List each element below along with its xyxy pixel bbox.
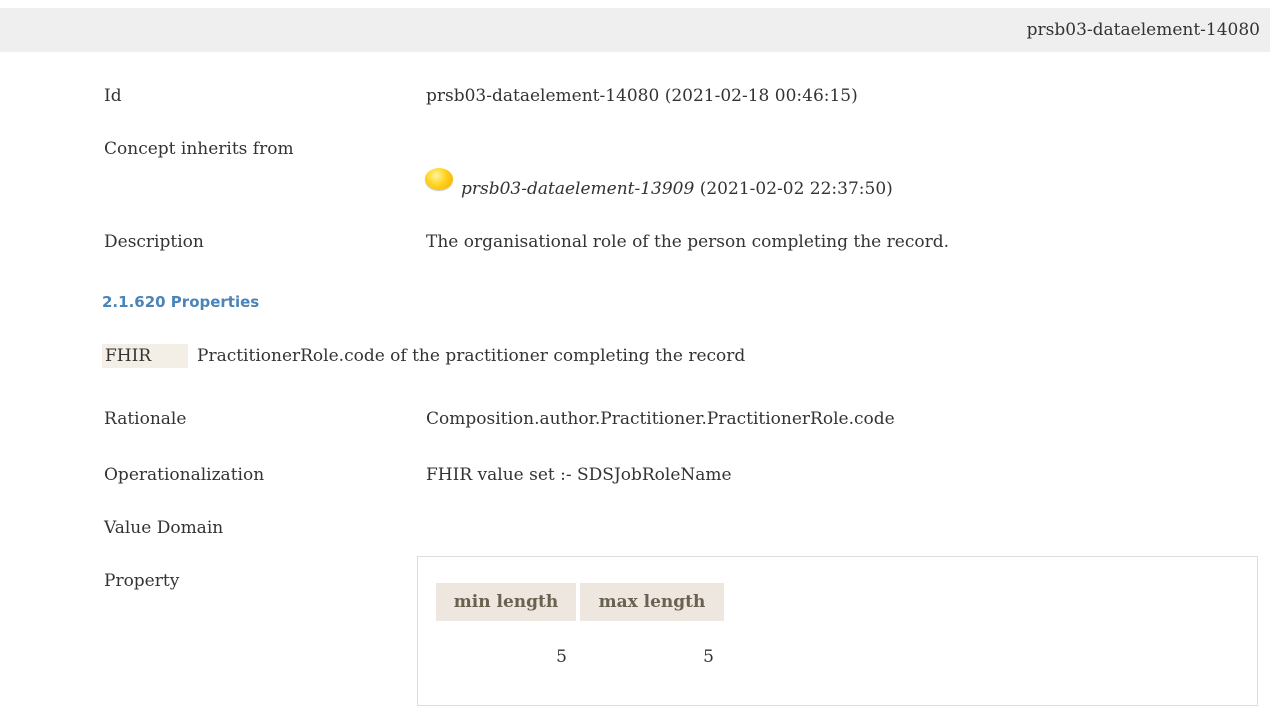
fhir-badge: FHIR [102,344,188,368]
rationale-value: Composition.author.Practitioner.Practiti… [426,409,895,429]
id-label: Id [104,86,122,106]
property-label: Property [104,571,180,591]
table-header-min-length: min length [436,583,576,621]
description-label: Description [104,232,204,252]
fhir-description: PractitionerRole.code of the practitione… [197,346,746,366]
inherits-link[interactable]: prsb03-dataelement-13909 [461,179,694,199]
header-element-id: prsb03-dataelement-14080 [1026,20,1260,40]
table-cell-max-length: 5 [703,647,714,667]
inherits-value: prsb03-dataelement-13909 (2021-02-02 22:… [461,179,893,199]
value-domain-label: Value Domain [104,518,224,538]
table-header-max-length: max length [580,583,724,621]
description-value: The organisational role of the person co… [426,232,949,252]
header-bar: prsb03-dataelement-14080 [0,8,1270,52]
property-table-box: min length max length 5 5 [417,556,1258,706]
id-value: prsb03-dataelement-14080 (2021-02-18 00:… [426,86,858,106]
inherits-label: Concept inherits from [104,139,294,159]
fhir-badge-label: FHIR [105,346,152,366]
operationalization-label: Operationalization [104,465,265,485]
rationale-label: Rationale [104,409,187,429]
yellow-status-dot-icon [425,168,453,190]
operationalization-value: FHIR value set :- SDSJobRoleName [426,465,732,485]
table-cell-min-length: 5 [556,647,567,667]
inherits-date: (2021-02-02 22:37:50) [699,179,893,199]
properties-heading: 2.1.620 Properties [102,293,260,311]
